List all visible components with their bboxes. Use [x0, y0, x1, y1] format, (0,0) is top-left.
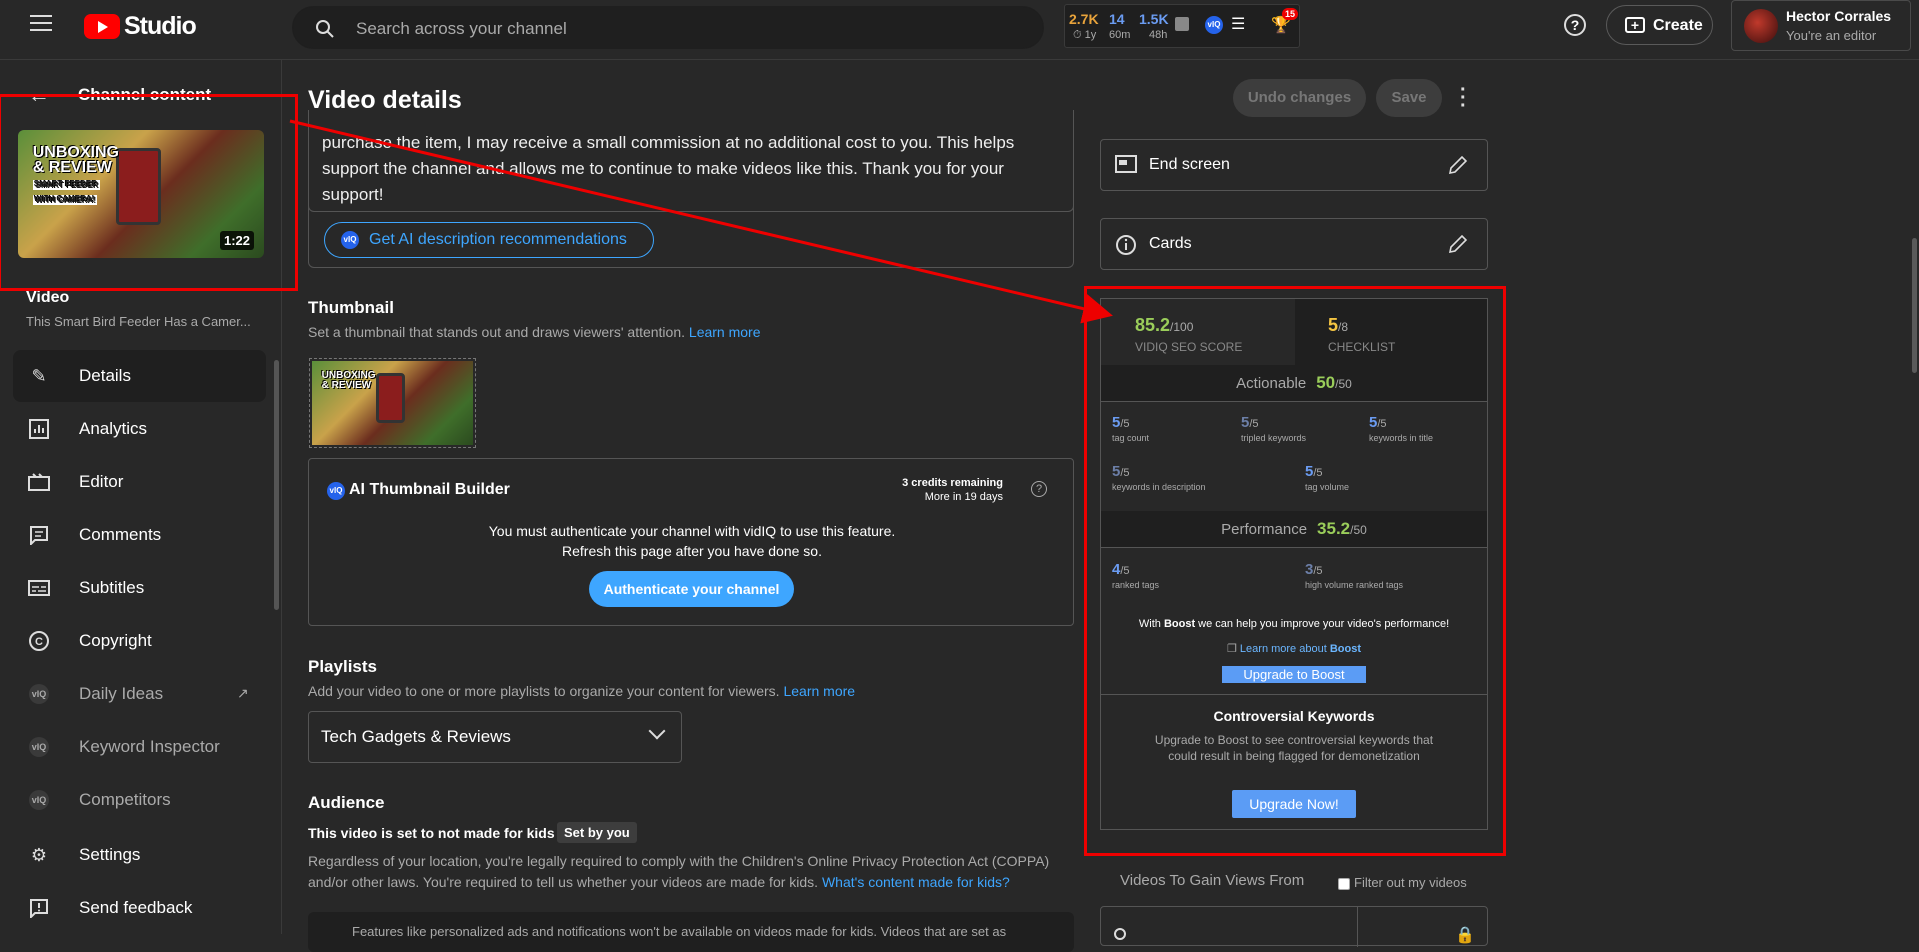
annotation-arrow: [289, 119, 1113, 324]
